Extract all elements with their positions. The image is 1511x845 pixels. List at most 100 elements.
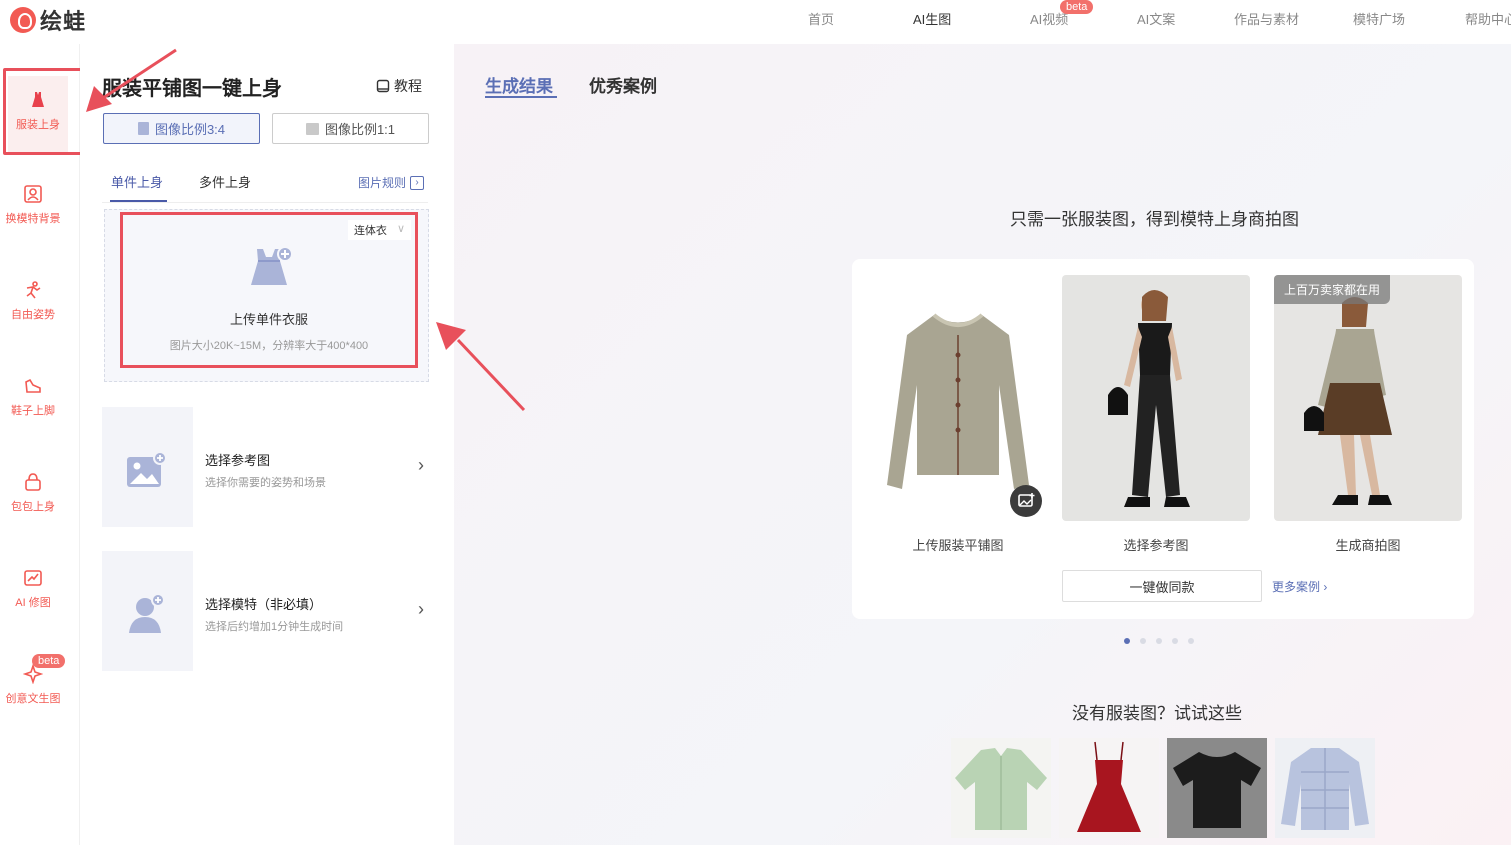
portrait-icon — [24, 185, 42, 203]
config-panel: 服装平铺图一键上身 教程 图像比例3:4 图像比例1:1 单件上身 多件上身 图… — [80, 44, 454, 845]
brand-name: 绘蛙 — [40, 9, 87, 34]
sidebar-item-bags[interactable]: 包包上身 — [0, 472, 66, 514]
sample-red-dress[interactable] — [1059, 738, 1159, 838]
samples-title: 没有服装图？试试这些 — [1072, 704, 1242, 723]
model-cardigan-skirt-illustration — [1304, 297, 1392, 505]
model-hint: 选择后约增加1分钟生成时间 — [205, 621, 344, 633]
ratio-label: 图像比例1:1 — [324, 122, 396, 137]
tab-divider — [102, 202, 428, 203]
step-label: 上传服装平铺图 — [912, 538, 1004, 553]
result-area: 生成结果 优秀案例 只需一张服装图，得到模特上身商拍图 上百万卖家都在用 上传服… — [454, 44, 1511, 845]
left-sidebar: 服装上身 换模特背景 自由姿势 鞋子上脚 包包上身 AI 修图 创意文生图 be… — [0, 44, 80, 845]
annotation-arrow-left — [86, 48, 177, 112]
upload-hint: 图片大小20K~15M，分辨率大于400*400 — [169, 340, 369, 352]
category-value: 连体衣 — [353, 225, 387, 237]
make-same-button[interactable]: 一键做同款 — [1062, 570, 1262, 602]
nav-works[interactable]: 作品与素材 — [1234, 9, 1299, 28]
dress-upload-icon — [251, 246, 293, 285]
beta-badge: beta — [32, 654, 66, 668]
add-model-icon — [129, 593, 165, 633]
carousel-dot[interactable] — [1124, 638, 1130, 644]
carousel-dot[interactable] — [1172, 638, 1178, 644]
image-rules-link[interactable]: 图片规则 › — [358, 174, 425, 191]
carousel-dots — [1124, 638, 1194, 644]
reference-thumb — [102, 407, 193, 527]
sidebar-item-change-background[interactable]: 换模特背景 — [0, 184, 66, 226]
example-card: 上百万卖家都在用 上传服装平铺图 选择参考图 生成商拍图 一键做同款 更多案例 … — [852, 259, 1474, 619]
image-plus-glyph — [1018, 493, 1035, 507]
sidebar-item-label: AI 修图 — [15, 597, 51, 609]
upload-title: 上传单件衣服 — [229, 312, 308, 327]
carousel-dot[interactable] — [1156, 638, 1162, 644]
tab-single-item[interactable]: 单件上身 — [111, 172, 163, 191]
nav-ai-copy[interactable]: AI文案 — [1137, 9, 1175, 28]
brand-logo[interactable]: 绘蛙 — [10, 4, 86, 36]
frog-logo-icon — [10, 7, 36, 33]
step-label: 生成商拍图 — [1335, 538, 1401, 553]
more-cases-link[interactable]: 更多案例 › — [1272, 578, 1327, 595]
sample-black-tshirt[interactable] — [1167, 738, 1267, 838]
category-select[interactable]: 连体衣 ∨ — [347, 220, 411, 240]
square-ratio-icon — [305, 122, 319, 135]
sidebar-item-label: 自由姿势 — [11, 309, 55, 321]
dress-image — [1077, 741, 1141, 832]
nav-model-square[interactable]: 模特广场 — [1353, 9, 1405, 28]
chevron-right-icon: › — [418, 455, 424, 475]
tab-multi-item[interactable]: 多件上身 — [199, 172, 251, 191]
puffer-jacket-image — [1281, 748, 1369, 830]
pose-icon — [26, 281, 41, 299]
ratio-1-1-button[interactable]: 图像比例1:1 — [272, 113, 429, 144]
photo-edit-icon — [24, 570, 42, 586]
carousel-dot[interactable] — [1188, 638, 1194, 644]
annotation-highlight-sidebar — [3, 68, 83, 155]
sidebar-item-shoes[interactable]: 鞋子上脚 — [0, 376, 66, 418]
model-title: 选择模特（非必填） — [205, 597, 323, 612]
model-black-outfit-illustration — [1108, 290, 1190, 507]
sidebar-item-free-pose[interactable]: 自由姿势 — [0, 280, 66, 322]
top-navbar: 绘蛙 首页 AI生图 AI视频 beta AI文案 作品与素材 模特广场 帮助中… — [0, 0, 1511, 44]
reference-model-image — [1062, 275, 1250, 521]
sample-mint-shirt[interactable] — [951, 738, 1051, 838]
popular-tag: 上百万卖家都在用 — [1274, 275, 1391, 304]
reference-hint: 选择你需要的姿势和场景 — [205, 477, 326, 489]
ratio-label: 图像比例3:4 — [154, 122, 226, 137]
active-tab-indicator — [485, 96, 557, 98]
tab-results[interactable]: 生成结果 — [485, 72, 553, 97]
tshirt-image — [1173, 752, 1261, 828]
carousel-dot[interactable] — [1140, 638, 1146, 644]
beta-badge: beta — [1060, 0, 1094, 14]
intro-headline: 只需一张服装图，得到模特上身商拍图 — [1010, 210, 1299, 229]
chevron-right-icon: › — [418, 599, 424, 619]
generated-image: 上百万卖家都在用 — [1274, 275, 1462, 521]
model-thumb — [102, 551, 193, 671]
sidebar-item-label: 包包上身 — [11, 501, 55, 513]
book-icon — [376, 79, 390, 93]
tutorial-link[interactable]: 教程 — [376, 76, 422, 96]
chevron-down-icon: ∨ — [396, 223, 405, 235]
shoe-icon — [25, 378, 41, 393]
sidebar-item-label: 换模特背景 — [5, 213, 61, 225]
model-picker[interactable]: 选择模特（非必填） 选择后约增加1分钟生成时间 › — [102, 551, 432, 671]
tutorial-label: 教程 — [394, 78, 422, 94]
active-tab-indicator — [110, 200, 167, 202]
arrow-right-icon: › — [410, 175, 425, 190]
nav-home[interactable]: 首页 — [808, 9, 834, 28]
nav-ai-image[interactable]: AI生图 — [913, 9, 951, 28]
shirt-image — [955, 748, 1047, 830]
annotation-arrow-right — [436, 322, 526, 412]
add-image-icon — [127, 451, 167, 487]
sidebar-item-creative[interactable]: 创意文生图 — [0, 664, 66, 706]
portrait-ratio-icon — [137, 122, 149, 135]
sidebar-item-label: 鞋子上脚 — [11, 405, 55, 417]
rules-label: 图片规则 — [358, 176, 407, 190]
upload-dropzone[interactable]: 连体衣 ∨ 上传单件衣服 图片大小20K~15M，分辨率大于400*400 — [120, 212, 418, 368]
sample-blue-puffer[interactable] — [1275, 738, 1375, 838]
tab-showcase[interactable]: 优秀案例 — [589, 72, 657, 97]
image-edit-icon[interactable] — [1010, 485, 1042, 517]
reference-image-picker[interactable]: 选择参考图 选择你需要的姿势和场景 › — [102, 407, 432, 527]
sidebar-item-ai-retouch[interactable]: AI 修图 — [0, 568, 66, 610]
step-label: 选择参考图 — [1123, 538, 1189, 553]
nav-help[interactable]: 帮助中心 — [1465, 9, 1511, 28]
bag-icon — [25, 473, 41, 491]
reference-title: 选择参考图 — [205, 453, 271, 468]
